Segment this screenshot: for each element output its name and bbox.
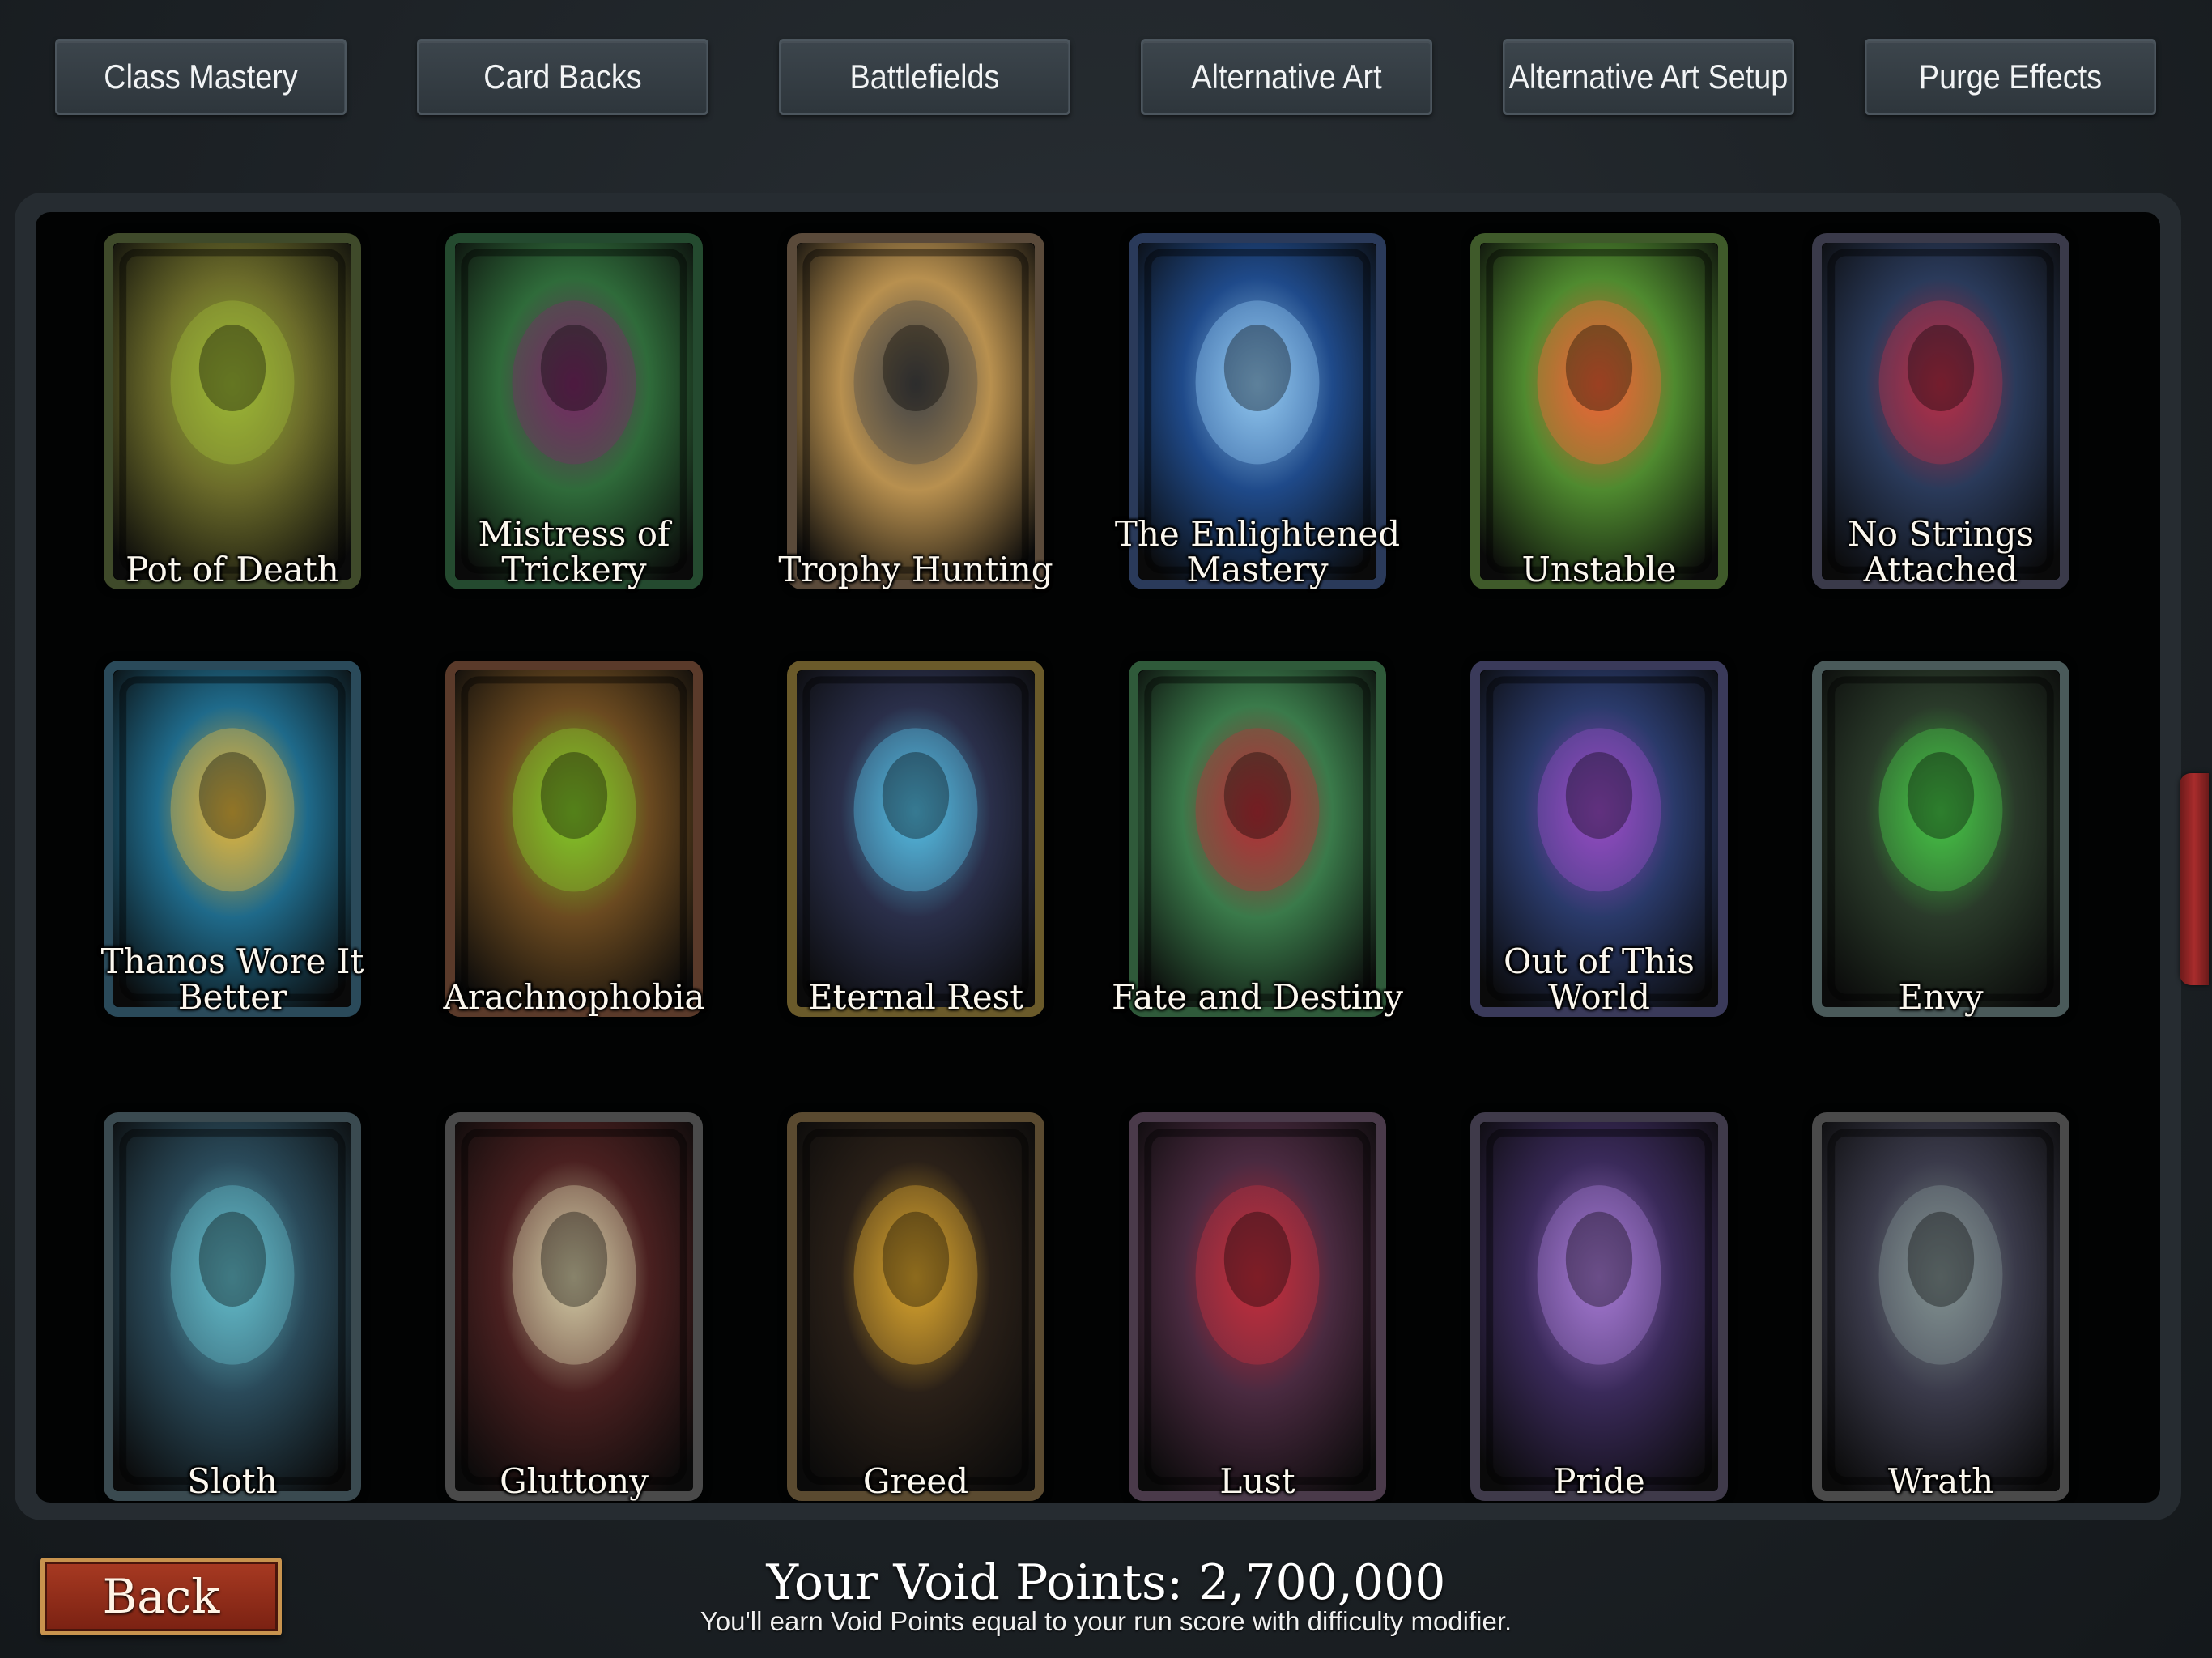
card-art xyxy=(455,670,693,1007)
card-back-name: Mistress of Trickery xyxy=(478,514,670,589)
card-back-name: Fate and Destiny xyxy=(1112,977,1403,1017)
card-back-name: Arachnophobia xyxy=(443,977,705,1017)
tab-alternative-art-setup[interactable]: Alternative Art Setup xyxy=(1503,39,1794,115)
card-art xyxy=(1138,670,1376,1007)
card-back-item[interactable]: Lust xyxy=(1129,1112,1386,1501)
card-back-item[interactable]: Arachnophobia xyxy=(444,661,704,1017)
card-art xyxy=(113,1122,351,1491)
card-back-name: Envy xyxy=(1898,977,1984,1017)
card-back-item[interactable]: Pot of Death xyxy=(104,233,361,589)
card-back-name: Gluttony xyxy=(500,1461,649,1501)
scrollbar-thumb[interactable] xyxy=(2180,773,2209,985)
card-back-item[interactable]: Mistress of Trickery xyxy=(445,233,703,589)
card-back-name: No Strings Attached xyxy=(1847,514,2035,589)
card-back-item[interactable]: Pride xyxy=(1470,1112,1728,1501)
card-art xyxy=(455,1122,693,1491)
card-back-item[interactable]: Envy xyxy=(1812,661,2069,1017)
card-art xyxy=(1480,1122,1718,1491)
card-back-name: Greed xyxy=(862,1461,969,1501)
card-back-name: Out of This World xyxy=(1504,942,1695,1017)
tab-battlefields[interactable]: Battlefields xyxy=(779,39,1070,115)
card-back-name: Unstable xyxy=(1521,550,1677,589)
card-back-name: Wrath xyxy=(1887,1461,1994,1501)
card-back-name: The Enlightened Mastery xyxy=(1114,514,1401,589)
card-art xyxy=(797,670,1035,1007)
card-back-item[interactable]: Sloth xyxy=(104,1112,361,1501)
card-art xyxy=(1822,1122,2060,1491)
card-back-item[interactable]: Trophy Hunting xyxy=(778,233,1053,589)
card-art xyxy=(1480,243,1718,580)
void-points-hint: You'll earn Void Points equal to your ru… xyxy=(700,1606,1512,1636)
card-back-item[interactable]: No Strings Attached xyxy=(1812,233,2069,589)
card-back-item[interactable]: Fate and Destiny xyxy=(1112,661,1403,1017)
card-back-item[interactable]: Gluttony xyxy=(445,1112,703,1501)
card-back-name: Trophy Hunting xyxy=(778,550,1053,589)
tab-bar: Class Mastery Card Backs Battlefields Al… xyxy=(0,0,2212,162)
card-art xyxy=(1822,670,2060,1007)
card-back-item[interactable]: Eternal Rest xyxy=(787,661,1044,1017)
card-art xyxy=(113,243,351,580)
card-back-item[interactable]: Thanos Wore It Better xyxy=(101,661,364,1017)
void-points-total: Your Void Points: 2,700,000 xyxy=(766,1554,1446,1611)
card-back-item[interactable]: Unstable xyxy=(1470,233,1728,589)
tab-purge-effects[interactable]: Purge Effects xyxy=(1865,39,2156,115)
card-back-name: Lust xyxy=(1219,1461,1295,1501)
card-art xyxy=(797,243,1035,580)
tab-card-backs[interactable]: Card Backs xyxy=(417,39,708,115)
tab-alternative-art[interactable]: Alternative Art xyxy=(1141,39,1432,115)
card-back-item[interactable]: Wrath xyxy=(1812,1112,2069,1501)
card-back-name: Eternal Rest xyxy=(807,977,1024,1017)
card-back-panel: Pot of Death Mistress of Trickery Trophy H… xyxy=(15,193,2181,1520)
card-back-name: Pride xyxy=(1553,1461,1645,1501)
card-back-item[interactable]: Out of This World xyxy=(1470,661,1728,1017)
card-back-name: Thanos Wore It Better xyxy=(100,942,364,1017)
card-back-item[interactable]: Greed xyxy=(787,1112,1044,1501)
card-back-name: Pot of Death xyxy=(125,550,339,589)
card-grid: Pot of Death Mistress of Trickery Trophy H… xyxy=(36,212,2160,1503)
tab-class-mastery[interactable]: Class Mastery xyxy=(55,39,347,115)
card-back-item[interactable]: The Enlightened Mastery xyxy=(1115,233,1400,589)
card-back-name: Sloth xyxy=(187,1461,278,1501)
card-art xyxy=(1138,1122,1376,1491)
card-art xyxy=(797,1122,1035,1491)
